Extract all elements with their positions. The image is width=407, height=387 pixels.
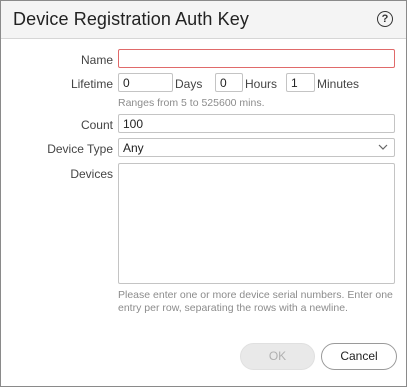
lifetime-hours-input[interactable]: 0 [215, 73, 243, 92]
auth-key-dialog: Device Registration Auth Key ? Name Life… [0, 0, 407, 387]
count-input[interactable]: 100 [118, 114, 395, 133]
cancel-button[interactable]: Cancel [321, 343, 397, 370]
dialog-titlebar: Device Registration Auth Key ? [1, 1, 406, 39]
count-label: Count [80, 118, 113, 132]
minutes-unit-label: Minutes [317, 77, 360, 91]
ok-button[interactable]: OK [240, 343, 315, 370]
lifetime-days-input[interactable]: 0 [118, 73, 173, 92]
devices-label: Devices [70, 167, 113, 181]
name-label: Name [80, 53, 113, 67]
lifetime-minutes-input[interactable]: 1 [286, 73, 315, 92]
devices-hint-line1: Please enter one or more device serial n… [118, 289, 393, 301]
device-type-label: Device Type [47, 142, 113, 156]
devices-hint-line2: entry per row, separating the rows with … [118, 302, 348, 314]
question-circle-icon[interactable]: ? [377, 11, 393, 27]
device-type-select[interactable]: Any [118, 138, 395, 157]
hours-unit-label: Hours [245, 77, 278, 91]
name-input[interactable] [118, 49, 395, 68]
device-type-value: Any [123, 141, 144, 155]
lifetime-label: Lifetime [70, 77, 113, 91]
days-unit-label: Days [175, 77, 203, 91]
dialog-title: Device Registration Auth Key [13, 9, 249, 29]
chevron-down-icon [378, 144, 388, 150]
lifetime-hint: Ranges from 5 to 525600 mins. [118, 97, 265, 109]
devices-textarea[interactable] [118, 163, 395, 284]
